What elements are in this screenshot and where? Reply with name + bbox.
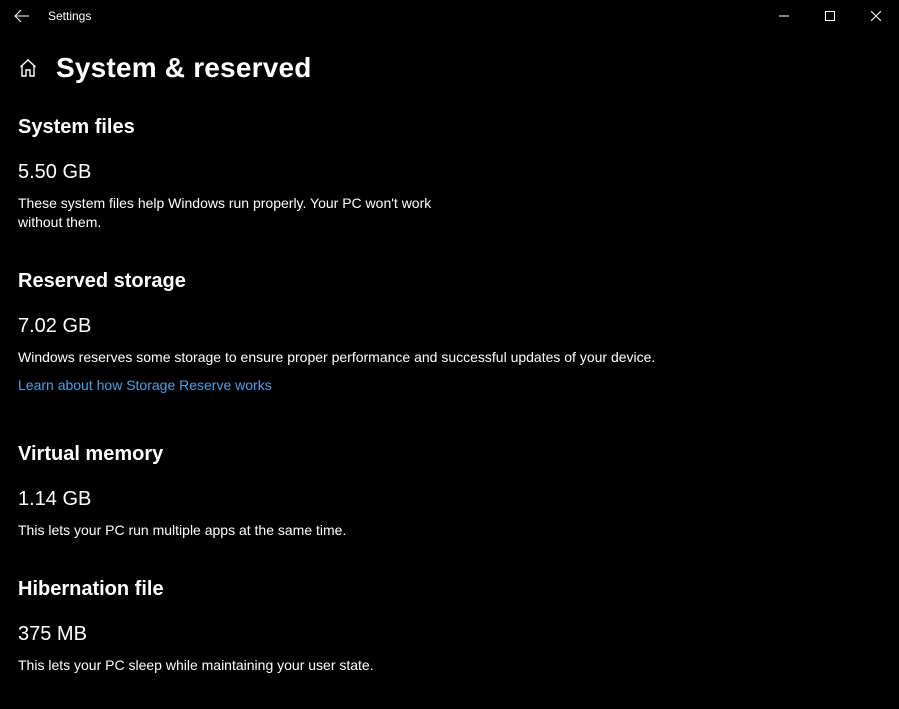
reserved-storage-title: Reserved storage — [18, 270, 881, 293]
reserved-storage-value: 7.02 GB — [18, 315, 881, 338]
system-files-desc: These system files help Windows run prop… — [18, 194, 438, 232]
content-area: System & reserved System files 5.50 GB T… — [0, 32, 899, 674]
system-files-title: System files — [18, 116, 881, 139]
titlebar: Settings — [0, 0, 899, 32]
maximize-icon — [825, 11, 835, 21]
maximize-button[interactable] — [807, 0, 853, 32]
back-arrow-icon — [14, 8, 30, 24]
section-reserved-storage: Reserved storage 7.02 GB Windows reserve… — [18, 270, 881, 395]
storage-reserve-link[interactable]: Learn about how Storage Reserve works — [18, 377, 272, 393]
close-button[interactable] — [853, 0, 899, 32]
virtual-memory-value: 1.14 GB — [18, 488, 881, 511]
section-virtual-memory: Virtual memory 1.14 GB This lets your PC… — [18, 443, 881, 540]
hibernation-file-desc: This lets your PC sleep while maintainin… — [18, 656, 658, 675]
hibernation-file-title: Hibernation file — [18, 578, 881, 601]
system-files-value: 5.50 GB — [18, 161, 881, 184]
reserved-storage-desc: Windows reserves some storage to ensure … — [18, 348, 658, 367]
page-header: System & reserved — [18, 52, 881, 84]
home-button[interactable] — [18, 58, 38, 78]
section-system-files: System files 5.50 GB These system files … — [18, 116, 881, 232]
window-controls — [761, 0, 899, 32]
page-title: System & reserved — [56, 52, 312, 84]
virtual-memory-desc: This lets your PC run multiple apps at t… — [18, 521, 658, 540]
minimize-icon — [779, 11, 789, 21]
close-icon — [871, 11, 881, 21]
back-button[interactable] — [0, 0, 44, 32]
virtual-memory-title: Virtual memory — [18, 443, 881, 466]
hibernation-file-value: 375 MB — [18, 623, 881, 646]
home-icon — [18, 58, 38, 78]
section-hibernation-file: Hibernation file 375 MB This lets your P… — [18, 578, 881, 675]
minimize-button[interactable] — [761, 0, 807, 32]
window-title: Settings — [44, 9, 91, 23]
